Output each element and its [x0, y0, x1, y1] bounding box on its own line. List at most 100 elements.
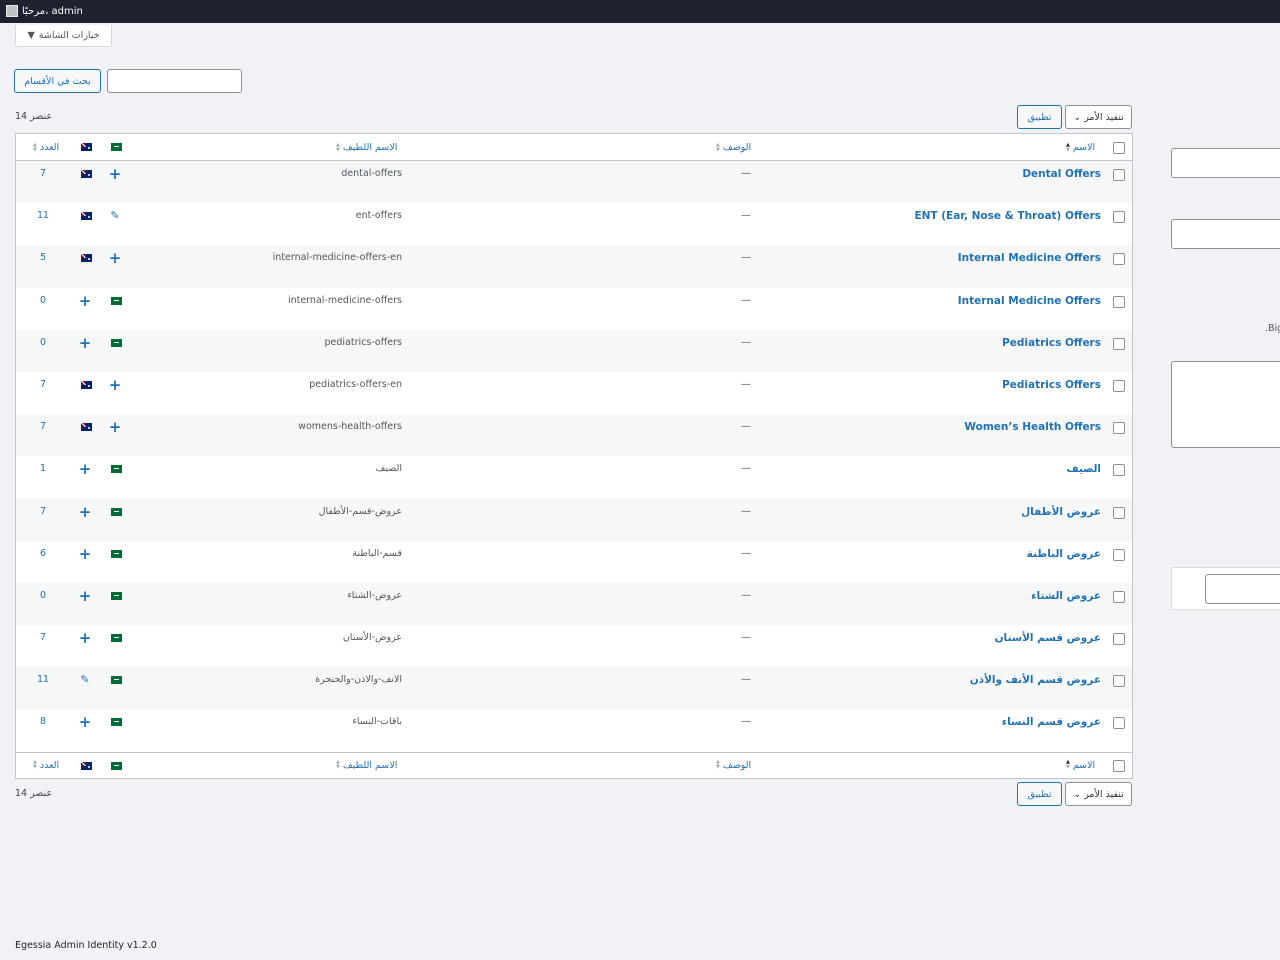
- row-checkbox[interactable]: [1113, 211, 1125, 224]
- table-row: عروض قسم الأنف والأذن — الانف-والاذن-والحن…: [16, 667, 1132, 710]
- column-count-sort-bottom[interactable]: ▲ ▼ العدد: [33, 760, 59, 771]
- add-translation-icon[interactable]: +: [78, 335, 92, 350]
- column-slug-sort[interactable]: ▲ ▼ الاسم اللطيف: [336, 142, 397, 153]
- row-checkbox[interactable]: [1113, 590, 1125, 603]
- category-name-link[interactable]: الصيف: [601, 463, 1101, 475]
- category-name-link[interactable]: Pediatrics Offers: [601, 337, 1101, 349]
- table-body: Dental Offers — dental-offers +7 ENT (Ear, N…: [16, 161, 1132, 752]
- category-name-link[interactable]: Dental Offers: [601, 168, 1101, 180]
- category-name-link[interactable]: عروض قسم النساء: [601, 716, 1101, 728]
- new-category-name-input[interactable]: [1171, 148, 1280, 178]
- category-name-link[interactable]: عروض قسم الأسنان: [601, 632, 1101, 644]
- category-count[interactable]: 7: [33, 168, 53, 179]
- row-checkbox[interactable]: [1113, 464, 1125, 477]
- select-all-checkbox-bottom[interactable]: [1113, 759, 1125, 772]
- admin-greeting[interactable]: مرحبًا، admin: [6, 5, 83, 17]
- side-field-box: [1171, 567, 1280, 610]
- search-input[interactable]: [107, 69, 242, 93]
- add-translation-icon[interactable]: +: [108, 251, 122, 266]
- category-slug: الانف-والاذن-والحنجرة: [315, 674, 402, 686]
- row-checkbox[interactable]: [1113, 548, 1125, 561]
- apply-button-top[interactable]: تطبيق: [1017, 105, 1062, 129]
- table-row: Dental Offers — dental-offers +7: [16, 161, 1132, 204]
- sort-icon: ▲ ▼: [1066, 141, 1070, 153]
- category-count[interactable]: 8: [33, 716, 53, 727]
- row-language-flag: [111, 465, 122, 476]
- row-checkbox[interactable]: [1113, 169, 1125, 181]
- add-translation-icon[interactable]: +: [108, 420, 122, 435]
- category-name-link[interactable]: Internal Medicine Offers: [601, 295, 1101, 307]
- row-checkbox[interactable]: [1113, 633, 1125, 646]
- category-slug: internal-medicine-offers: [287, 294, 402, 306]
- column-count-sort[interactable]: ▲ ▼ العدد: [33, 142, 59, 153]
- add-translation-icon[interactable]: +: [78, 631, 92, 646]
- category-name-link[interactable]: عروض الشتاء: [601, 590, 1101, 602]
- category-name-link[interactable]: Internal Medicine Offers: [601, 252, 1101, 264]
- new-category-description-textarea[interactable]: [1171, 361, 1280, 448]
- category-name-link[interactable]: عروض الأطفال: [601, 506, 1101, 518]
- row-checkbox[interactable]: [1113, 422, 1125, 435]
- category-description: —: [741, 252, 751, 264]
- row-checkbox[interactable]: [1113, 253, 1125, 266]
- category-count[interactable]: 7: [33, 421, 53, 432]
- add-translation-icon[interactable]: +: [78, 715, 92, 730]
- category-count[interactable]: 0: [33, 590, 53, 601]
- category-name-link[interactable]: عروض قسم الأنف والأذن: [601, 674, 1101, 686]
- select-all-checkbox[interactable]: [1113, 142, 1125, 154]
- column-name-sort[interactable]: ▲ ▼ الاسم: [1066, 142, 1095, 153]
- add-translation-icon[interactable]: +: [78, 546, 92, 561]
- category-name-link[interactable]: Pediatrics Offers: [601, 379, 1101, 391]
- column-slug-sort-bottom[interactable]: ▲ ▼ الاسم اللطيف: [336, 760, 397, 771]
- row-checkbox[interactable]: [1113, 295, 1125, 308]
- saudi-flag-icon: [111, 718, 122, 727]
- bulk-action-select-bottom[interactable]: ⌄ تنفيذ الأمر: [1065, 782, 1132, 806]
- category-name-link[interactable]: Women’s Health Offers: [601, 421, 1101, 433]
- row-checkbox[interactable]: [1113, 379, 1125, 392]
- table-row: الصيف — الصيف +1: [16, 456, 1132, 498]
- category-slug: باقات-النساء: [352, 716, 402, 728]
- category-count[interactable]: 7: [33, 632, 53, 643]
- category-count[interactable]: 0: [33, 295, 53, 306]
- row-checkbox[interactable]: [1113, 717, 1125, 730]
- add-translation-icon[interactable]: +: [108, 377, 122, 392]
- column-lang-ar-bottom: [111, 761, 122, 773]
- category-count[interactable]: 6: [33, 548, 53, 559]
- row-checkbox[interactable]: [1113, 506, 1125, 519]
- edit-translation-icon[interactable]: ✎: [78, 674, 92, 686]
- add-translation-icon[interactable]: +: [78, 588, 92, 603]
- category-count[interactable]: 5: [33, 252, 53, 263]
- category-name-link[interactable]: عروض الباطنة: [601, 548, 1101, 560]
- bulk-action-select-top[interactable]: ⌄ تنفيذ الأمر: [1065, 105, 1132, 129]
- category-count[interactable]: 7: [33, 506, 53, 517]
- edit-translation-icon[interactable]: ✎: [108, 210, 122, 222]
- category-count[interactable]: 11: [33, 674, 53, 685]
- row-checkbox[interactable]: [1113, 337, 1125, 350]
- table-row: Pediatrics Offers — pediatrics-offers +0: [16, 329, 1132, 372]
- new-category-slug-input[interactable]: [1171, 219, 1280, 249]
- table-row: عروض الأطفال — عروض-قسم-الأطفال +7: [16, 498, 1132, 541]
- category-count[interactable]: 11: [33, 210, 53, 221]
- row-checkbox[interactable]: [1113, 675, 1125, 688]
- search-categories-button[interactable]: بحث في الأقسام: [14, 69, 101, 93]
- category-slug: internal-medicine-offers-en: [272, 252, 402, 264]
- side-field-input[interactable]: [1205, 574, 1280, 604]
- category-count[interactable]: 0: [33, 337, 53, 348]
- category-count[interactable]: 7: [33, 379, 53, 390]
- screen-options-button[interactable]: ▼ خيارات الشاشة: [15, 25, 112, 47]
- category-count[interactable]: 1: [33, 463, 53, 474]
- bulk-action-label: تنفيذ الأمر: [1084, 788, 1124, 800]
- column-description-sort-bottom[interactable]: ▲ ▼ الوصف: [716, 760, 751, 771]
- add-translation-icon[interactable]: +: [78, 293, 92, 308]
- add-translation-icon[interactable]: +: [108, 167, 122, 182]
- row-language-flag: [81, 423, 92, 434]
- column-description-sort[interactable]: ▲ ▼ الوصف: [716, 142, 751, 153]
- category-description: —: [741, 463, 751, 475]
- apply-button-bottom[interactable]: تطبيق: [1017, 782, 1062, 806]
- add-translation-icon[interactable]: +: [78, 504, 92, 519]
- category-description: —: [741, 716, 751, 728]
- add-translation-icon[interactable]: +: [78, 462, 92, 477]
- column-name-sort-bottom[interactable]: ▲ ▼ الاسم: [1066, 760, 1095, 771]
- category-description: —: [741, 505, 751, 517]
- table-row: عروض قسم النساء — باقات-النساء +8: [16, 709, 1132, 751]
- category-name-link[interactable]: ENT (Ear, Nose & Throat) Offers: [601, 210, 1101, 222]
